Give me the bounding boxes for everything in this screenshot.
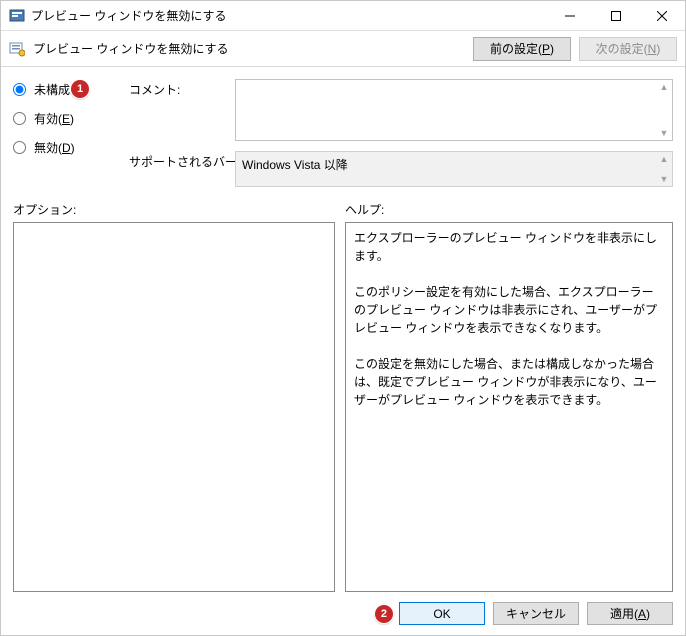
lower-panes [13,222,673,592]
radio-not-configured[interactable]: 未構成 1 [13,81,123,98]
next-setting-button: 次の設定(N) [579,37,677,61]
state-radios: 未構成 1 有効(E) 無効(D) [13,79,123,187]
policy-header: プレビュー ウィンドウを無効にする 前の設定(P) 次の設定(N) [1,31,685,67]
callout-1: 1 [71,80,89,98]
help-pane[interactable] [345,222,673,592]
supported-value: Windows Vista 以降 [242,158,348,172]
scroll-down-icon[interactable]: ▼ [658,174,670,184]
scrollbar[interactable]: ▲▼ [658,154,670,184]
supported-label: サポートされるバージョン: [129,153,229,170]
button-row: 2 OK キャンセル 適用(A) [1,592,685,635]
radio-not-configured-label: 未構成 [34,81,70,98]
scrollbar[interactable]: ▲▼ [658,82,670,138]
radio-enabled-label: 有効(E) [34,110,74,127]
upper-row: 未構成 1 有効(E) 無効(D) コメント: サポートされるバージョン: [13,79,673,187]
maximize-button[interactable] [593,1,639,30]
cancel-button[interactable]: キャンセル [493,602,579,625]
options-label: オプション: [13,201,335,218]
minimize-button[interactable] [547,1,593,30]
policy-title: プレビュー ウィンドウを無効にする [33,40,465,57]
callout-2: 2 [375,605,393,623]
supported-field: Windows Vista 以降 ▲▼ [235,151,673,187]
content-area: 未構成 1 有効(E) 無効(D) コメント: サポートされるバージョン: [1,67,685,592]
field-labels: コメント: サポートされるバージョン: [129,79,229,187]
ok-button[interactable]: OK [399,602,485,625]
help-label: ヘルプ: [345,201,384,218]
close-button[interactable] [639,1,685,30]
window-title: プレビュー ウィンドウを無効にする [31,7,547,24]
radio-disabled[interactable]: 無効(D) [13,139,123,156]
radio-disabled-input[interactable] [13,141,26,154]
scroll-up-icon[interactable]: ▲ [658,154,670,164]
comment-label: コメント: [129,81,229,143]
radio-enabled[interactable]: 有効(E) [13,110,123,127]
comment-field[interactable]: ▲▼ [235,79,673,141]
app-icon [9,8,25,24]
dialog-window: プレビュー ウィンドウを無効にする プレビュー ウィンドウを無効にする 前の設定… [0,0,686,636]
titlebar[interactable]: プレビュー ウィンドウを無効にする [1,1,685,31]
lower-row: オプション: ヘルプ: [13,201,673,592]
radio-not-configured-input[interactable] [13,83,26,96]
scroll-up-icon[interactable]: ▲ [658,82,670,92]
apply-button[interactable]: 適用(A) [587,602,673,625]
radio-disabled-label: 無効(D) [34,139,75,156]
field-values: ▲▼ Windows Vista 以降 ▲▼ [235,79,673,187]
scroll-down-icon[interactable]: ▼ [658,128,670,138]
policy-icon [9,41,25,57]
options-pane[interactable] [13,222,335,592]
lower-labels: オプション: ヘルプ: [13,201,673,218]
radio-enabled-input[interactable] [13,112,26,125]
window-controls [547,1,685,30]
previous-setting-button[interactable]: 前の設定(P) [473,37,571,61]
